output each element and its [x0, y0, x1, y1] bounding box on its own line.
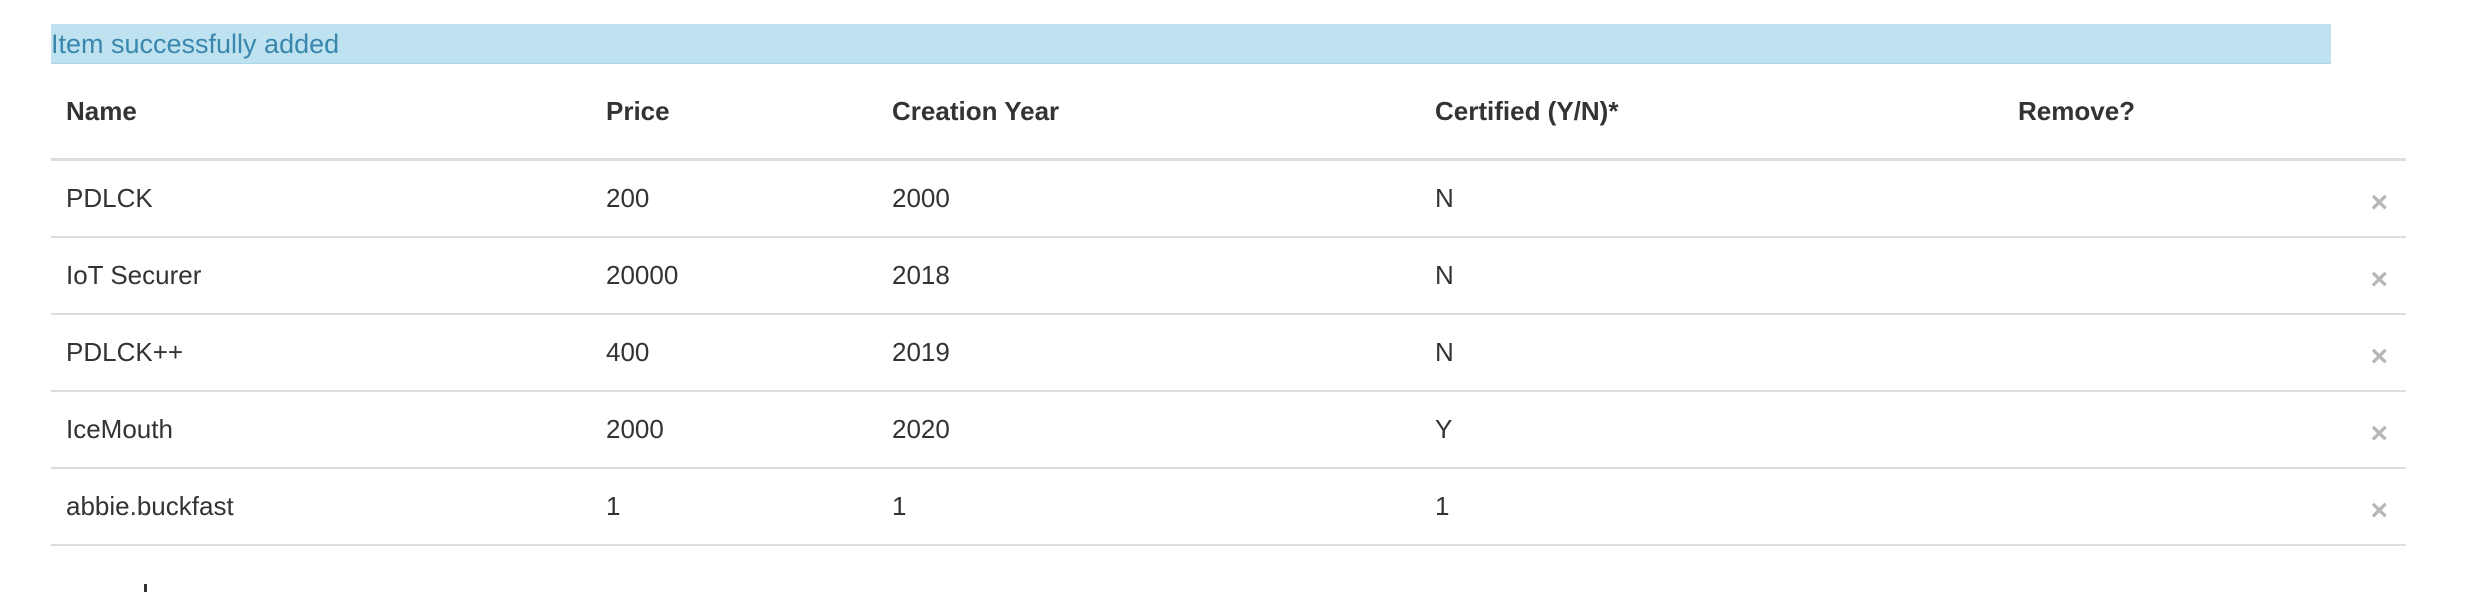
cell-creation-year: 2019: [877, 314, 1420, 392]
items-panel: Item successfully added Name Price Creat…: [51, 24, 2406, 546]
cell-price: 1: [591, 468, 877, 546]
cell-certified: Y: [1420, 391, 2003, 469]
cell-certified: N: [1420, 314, 2003, 392]
remove-icon[interactable]: ×: [2370, 419, 2388, 449]
cell-name: IoT Securer: [51, 237, 591, 315]
success-alert: Item successfully added: [51, 24, 2331, 64]
cell-name: IceMouth: [51, 391, 591, 469]
cell-creation-year: 1: [877, 468, 1420, 546]
cell-price: 2000: [591, 391, 877, 469]
table-row: abbie.buckfast 1 1 1 ×: [51, 468, 2406, 546]
remove-icon[interactable]: ×: [2370, 342, 2388, 372]
footer-fragment: [144, 584, 147, 592]
cell-remove: ×: [2003, 237, 2406, 315]
success-alert-message: Item successfully added: [51, 29, 340, 59]
column-header-name: Name: [51, 64, 591, 161]
cell-remove: ×: [2003, 314, 2406, 392]
cell-certified: 1: [1420, 468, 2003, 546]
cell-certified: N: [1420, 237, 2003, 315]
cell-creation-year: 2020: [877, 391, 1420, 469]
cell-name: abbie.buckfast: [51, 468, 591, 546]
cell-creation-year: 2018: [877, 237, 1420, 315]
column-header-price: Price: [591, 64, 877, 161]
remove-icon[interactable]: ×: [2370, 265, 2388, 295]
table-row: PDLCK 200 2000 N ×: [51, 159, 2406, 238]
cell-creation-year: 2000: [877, 159, 1420, 238]
items-table: Name Price Creation Year Certified (Y/N)…: [51, 64, 2406, 546]
remove-icon[interactable]: ×: [2370, 496, 2388, 526]
remove-icon[interactable]: ×: [2370, 188, 2388, 218]
table-header-row: Name Price Creation Year Certified (Y/N)…: [51, 64, 2406, 161]
column-header-certified: Certified (Y/N)*: [1420, 64, 2003, 161]
cell-remove: ×: [2003, 468, 2406, 546]
cell-certified: N: [1420, 159, 2003, 238]
column-header-creation-year: Creation Year: [877, 64, 1420, 161]
table-row: IceMouth 2000 2020 Y ×: [51, 391, 2406, 469]
table-row: IoT Securer 20000 2018 N ×: [51, 237, 2406, 315]
cell-remove: ×: [2003, 159, 2406, 238]
cell-name: PDLCK++: [51, 314, 591, 392]
cell-price: 200: [591, 159, 877, 238]
cell-price: 20000: [591, 237, 877, 315]
cell-name: PDLCK: [51, 159, 591, 238]
column-header-remove: Remove?: [2003, 64, 2406, 161]
cell-remove: ×: [2003, 391, 2406, 469]
cell-price: 400: [591, 314, 877, 392]
table-row: PDLCK++ 400 2019 N ×: [51, 314, 2406, 392]
